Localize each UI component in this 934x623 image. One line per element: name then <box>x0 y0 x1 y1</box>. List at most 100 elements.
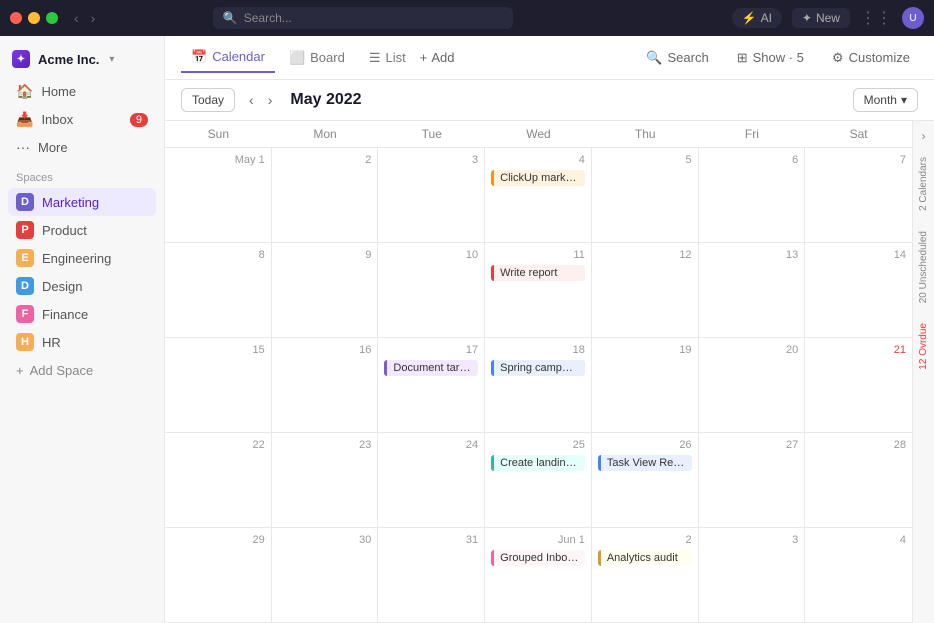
calendar-cell-may22[interactable]: 22 <box>165 433 272 527</box>
today-button[interactable]: Today <box>181 88 235 112</box>
sidebar-space-marketing[interactable]: D Marketing <box>8 188 156 216</box>
calendar-cell-may3[interactable]: 3 <box>378 148 485 242</box>
calendar-cell-may13[interactable]: 13 <box>699 243 806 337</box>
customize-icon: ⚙ <box>832 50 844 66</box>
minimize-window-btn[interactable] <box>28 12 40 24</box>
cell-date: 11 <box>491 247 585 263</box>
show-icon: ⊞ <box>737 50 748 66</box>
event-document-target[interactable]: Document target users <box>384 360 478 376</box>
calendar-cell-may16[interactable]: 16 <box>272 338 379 432</box>
calendar-cell-may6[interactable]: 6 <box>699 148 806 242</box>
calendar-cell-may7[interactable]: 7 <box>805 148 912 242</box>
sidebar-item-more[interactable]: ··· More <box>8 134 156 160</box>
sidebar-space-finance[interactable]: F Finance <box>8 300 156 328</box>
titlebar-search-placeholder: Search... <box>244 11 292 25</box>
calendar-cell-may24[interactable]: 24 <box>378 433 485 527</box>
calendar-cell-may15[interactable]: 15 <box>165 338 272 432</box>
customize-button[interactable]: ⚙ Customize <box>824 46 918 70</box>
board-tab-icon: ⬜ <box>289 50 305 66</box>
sidebar-space-hr[interactable]: H HR <box>8 328 156 356</box>
calendar-cell-may9[interactable]: 9 <box>272 243 379 337</box>
right-tab-unscheduled[interactable]: 20 Unscheduled <box>914 221 933 313</box>
add-space-label: Add Space <box>30 363 94 378</box>
sidebar-item-inbox[interactable]: 📥 Inbox 9 <box>8 106 156 133</box>
right-tab-calendars[interactable]: 2 Calendars <box>914 147 933 221</box>
calendar-cell-may28[interactable]: 28 <box>805 433 912 527</box>
space-label-product: Product <box>42 223 87 238</box>
calendar-title: May 2022 <box>290 91 361 109</box>
right-tab-overdue[interactable]: 12 Ovrdue <box>914 313 933 380</box>
calendar-cell-may30[interactable]: 30 <box>272 528 379 622</box>
maximize-window-btn[interactable] <box>46 12 58 24</box>
cell-date: 2 <box>598 532 692 548</box>
calendar-cell-may31[interactable]: 31 <box>378 528 485 622</box>
calendar-cell-may21[interactable]: 21 <box>805 338 912 432</box>
titlebar-search-bar[interactable]: 🔍 Search... <box>213 7 513 29</box>
add-view-button[interactable]: + Add <box>420 50 455 65</box>
tab-list-label: List <box>386 50 406 65</box>
cell-date: 30 <box>278 532 372 548</box>
event-create-landing[interactable]: Create landing page <box>491 455 585 471</box>
cell-date: 7 <box>811 152 906 168</box>
space-icon-engineering: E <box>16 249 34 267</box>
event-write-report[interactable]: Write report <box>491 265 585 281</box>
new-button[interactable]: ✦ New <box>792 8 850 28</box>
calendar-cell-may11[interactable]: 11 Write report <box>485 243 592 337</box>
add-space-button[interactable]: + Add Space <box>0 358 164 383</box>
next-month-button[interactable]: › <box>262 88 279 112</box>
calendar-cell-may25[interactable]: 25 Create landing page <box>485 433 592 527</box>
space-label-marketing: Marketing <box>42 195 99 210</box>
calendar-cell-jun4[interactable]: 4 <box>805 528 912 622</box>
calendar-right-controls: Month ▾ <box>853 88 918 112</box>
list-tab-icon: ☰ <box>369 50 381 66</box>
calendar-cell-may18[interactable]: 18 Spring campaign image assets <box>485 338 592 432</box>
calendar-cell-may12[interactable]: 12 <box>592 243 699 337</box>
event-task-view[interactable]: Task View Redesign <box>598 455 692 471</box>
ai-button[interactable]: ⚡ AI <box>732 8 782 28</box>
calendar-cell-may23[interactable]: 23 <box>272 433 379 527</box>
calendar-cell-may10[interactable]: 10 <box>378 243 485 337</box>
calendar-cell-jun2[interactable]: 2 Analytics audit <box>592 528 699 622</box>
calendar-cell-may8[interactable]: 8 <box>165 243 272 337</box>
org-header[interactable]: ✦ Acme Inc. ▾ <box>0 44 164 74</box>
month-view-button[interactable]: Month ▾ <box>853 88 918 112</box>
cell-date: 25 <box>491 437 585 453</box>
tab-calendar[interactable]: 📅 Calendar <box>181 43 275 73</box>
calendar-cell-may27[interactable]: 27 <box>699 433 806 527</box>
calendar-cell-may4[interactable]: 4 ClickUp marketing plan <box>485 148 592 242</box>
show-button[interactable]: ⊞ Show · 5 <box>729 46 812 70</box>
calendar-cell-jun1[interactable]: Jun 1 Grouped Inbox Comments <box>485 528 592 622</box>
event-analytics-audit[interactable]: Analytics audit <box>598 550 692 566</box>
event-grouped-inbox[interactable]: Grouped Inbox Comments <box>491 550 585 566</box>
back-arrow-icon[interactable]: ‹ <box>70 8 83 28</box>
sidebar-space-engineering[interactable]: E Engineering <box>8 244 156 272</box>
calendar-week-1: May 1 2 3 4 ClickUp marketing plan 5 6 7 <box>165 148 912 243</box>
calendar-cell-may26[interactable]: 26 Task View Redesign <box>592 433 699 527</box>
event-clickup-marketing[interactable]: ClickUp marketing plan <box>491 170 585 186</box>
close-window-btn[interactable] <box>10 12 22 24</box>
inbox-icon: 📥 <box>16 111 33 128</box>
event-spring-campaign[interactable]: Spring campaign image assets <box>491 360 585 376</box>
calendar-cell-may19[interactable]: 19 <box>592 338 699 432</box>
sidebar-space-design[interactable]: D Design <box>8 272 156 300</box>
inbox-badge: 9 <box>130 113 148 127</box>
calendar-cell-may14[interactable]: 14 <box>805 243 912 337</box>
calendar-cell-may20[interactable]: 20 <box>699 338 806 432</box>
search-button[interactable]: 🔍 Search <box>638 46 716 70</box>
tab-board[interactable]: ⬜ Board <box>279 44 355 72</box>
calendar-cell-may5[interactable]: 5 <box>592 148 699 242</box>
sidebar-space-product[interactable]: P Product <box>8 216 156 244</box>
calendar-cell-may2[interactable]: 2 <box>272 148 379 242</box>
prev-month-button[interactable]: ‹ <box>243 88 260 112</box>
right-sidebar-expand-icon[interactable]: › <box>922 129 926 143</box>
calendar-cell-may1[interactable]: May 1 <box>165 148 272 242</box>
tab-list[interactable]: ☰ List <box>359 44 416 72</box>
avatar[interactable]: U <box>902 7 924 29</box>
forward-arrow-icon[interactable]: › <box>87 8 100 28</box>
calendar-cell-may17[interactable]: 17 Document target users <box>378 338 485 432</box>
calendar-cell-may29[interactable]: 29 <box>165 528 272 622</box>
cell-date: 21 <box>811 342 906 358</box>
grid-icon[interactable]: ⋮⋮ <box>860 8 892 28</box>
calendar-cell-jun3[interactable]: 3 <box>699 528 806 622</box>
sidebar-item-home[interactable]: 🏠 Home <box>8 78 156 105</box>
